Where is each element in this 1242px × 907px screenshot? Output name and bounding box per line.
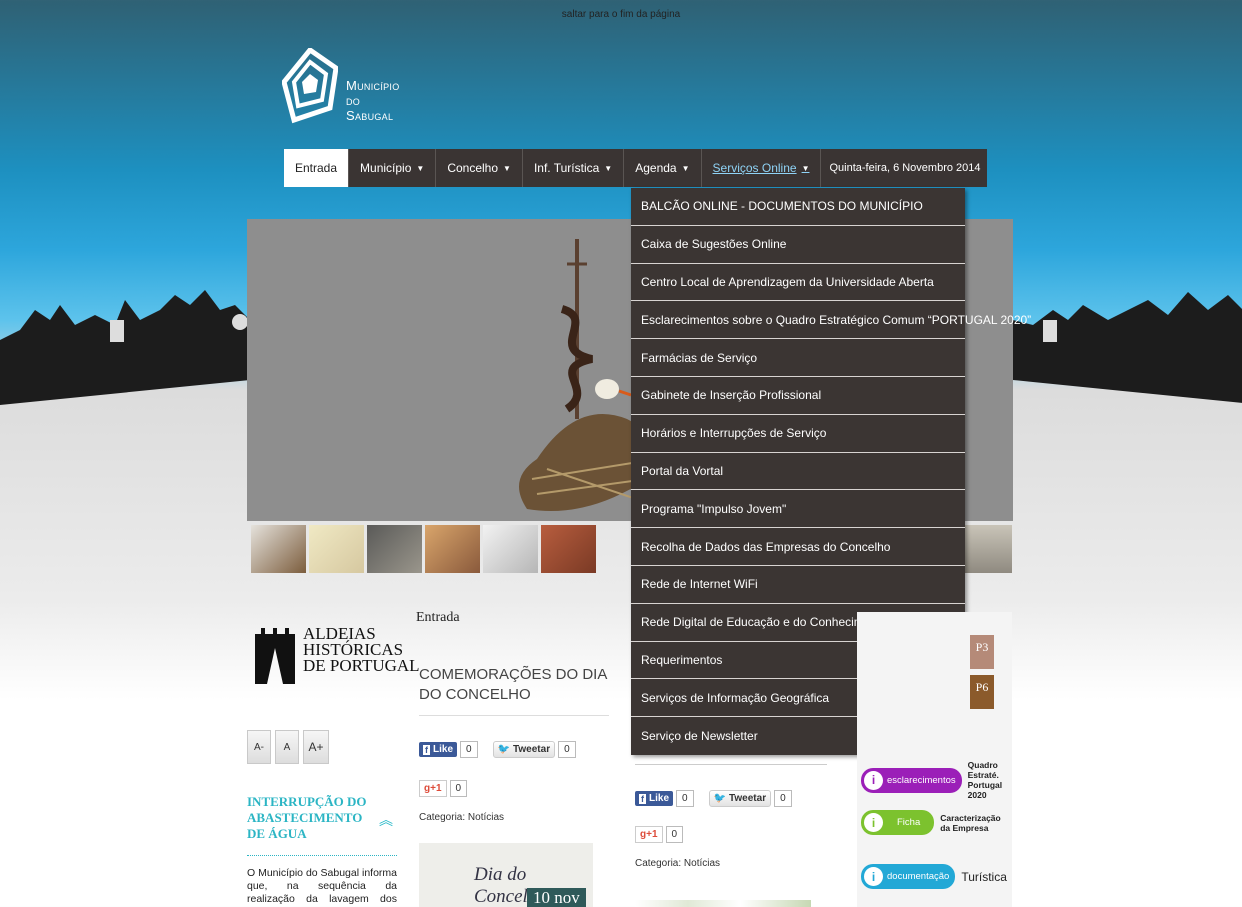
current-date: Quinta-feira, 6 Novembro 2014 (821, 149, 987, 187)
chevron-down-icon: ▼ (416, 163, 425, 173)
thumbnail[interactable] (965, 525, 1012, 573)
font-reset-button[interactable]: A (275, 730, 299, 764)
info-icon: i (864, 770, 883, 790)
sabugal-logo-icon (282, 48, 338, 124)
like-count: 0 (676, 790, 694, 807)
thumbnail[interactable] (541, 525, 596, 573)
article-category: Categoria: Notícias (635, 858, 721, 869)
thumbnail[interactable] (367, 525, 422, 573)
facebook-icon: f (423, 744, 430, 755)
program-badge-p6[interactable]: P6 (970, 675, 994, 709)
dropdown-item-wifi[interactable]: Rede de Internet WiFi (631, 566, 965, 604)
image-date: 10 nov (527, 888, 586, 907)
font-increase-button[interactable]: A+ (303, 730, 329, 764)
twitter-icon: 🐦 (713, 793, 727, 804)
chevron-down-icon: ▼ (503, 163, 511, 173)
nav-item-municipio[interactable]: Município ▼ (349, 149, 437, 187)
dropdown-item-esclarecimentos[interactable]: Esclarecimentos sobre o Quadro Estratégi… (631, 301, 1031, 340)
aldeias-icon (255, 628, 295, 684)
right-panel: P3 P6 i esclarecimentos Quadro Estraté. … (857, 612, 1012, 907)
article-title[interactable]: COMEMORAÇÕES DO DIA DO CONCELHO (419, 665, 619, 705)
divider (635, 764, 827, 765)
info-icon: i (864, 813, 883, 832)
dropdown-item-farmacias[interactable]: Farmácias de Serviço (631, 339, 965, 377)
nav-item-inf-turistica[interactable]: Inf. Turística ▼ (522, 149, 625, 187)
thumbnail-strip (251, 525, 596, 573)
dropdown-item-gabinete[interactable]: Gabinete de Inserção Profissional (631, 377, 965, 415)
nav-item-servicos-online[interactable]: Serviços Online ▼ (701, 149, 822, 187)
dropdown-item-caixa-sugestoes[interactable]: Caixa de Sugestões Online (631, 226, 965, 264)
aldeias-text: ALDEIAS HISTÓRICAS DE PORTUGAL (303, 624, 420, 675)
thumbnail[interactable] (309, 525, 364, 573)
documentacao-link[interactable]: i documentação Turística (861, 864, 1007, 889)
tweet-count: 0 (774, 790, 792, 807)
site-logo[interactable]: Município do Sabugal (282, 48, 400, 126)
chevron-down-icon: ▼ (681, 163, 690, 173)
dropdown-item-recolha-dados[interactable]: Recolha de Dados das Empresas do Concelh… (631, 528, 965, 566)
facebook-like-button[interactable]: f Like (419, 742, 458, 757)
tweet-button[interactable]: 🐦 Tweetar (492, 741, 556, 758)
gplus-button[interactable]: g+1 (419, 780, 447, 797)
thumbnail[interactable] (425, 525, 480, 573)
breadcrumb: Entrada (416, 610, 460, 625)
aldeias-historicas-logo[interactable]: ALDEIAS HISTÓRICAS DE PORTUGAL (251, 624, 420, 684)
chevron-up-icon[interactable]: ︽ (379, 810, 393, 830)
divider (419, 715, 609, 716)
esclarecimentos-link[interactable]: i esclarecimentos Quadro Estraté. Portug… (861, 760, 1012, 800)
gplus-button[interactable]: g+1 (635, 826, 663, 843)
twitter-icon: 🐦 (497, 744, 511, 755)
gplus-buttons: g+1 0 (419, 780, 468, 797)
ficha-link[interactable]: i Ficha Caracterização da Empresa (861, 810, 1012, 835)
main-nav: Entrada Município ▼ Concelho ▼ Inf. Turíst… (284, 149, 987, 187)
font-size-controls: A- A A+ (247, 730, 329, 764)
facebook-icon: f (639, 793, 646, 804)
thumbnail[interactable] (483, 525, 538, 573)
dropdown-item-centro-local[interactable]: Centro Local de Aprendizagem da Universi… (631, 264, 965, 302)
thumbnail[interactable] (251, 525, 306, 573)
gplus-count: 0 (449, 780, 468, 797)
info-icon: i (864, 867, 883, 886)
tweet-count: 0 (558, 741, 576, 758)
dropdown-item-portal-vortal[interactable]: Portal da Vortal (631, 453, 965, 491)
interrupt-title[interactable]: INTERRUPÇÃO DO ABASTECIMENTO DE ÁGUA (247, 794, 367, 842)
article-category: Categoria: Notícias (419, 812, 505, 823)
social-buttons: f Like 0 🐦 Tweetar 0 (419, 741, 576, 758)
nav-item-agenda[interactable]: Agenda ▼ (624, 149, 702, 187)
dropdown-item-balcao-online[interactable]: BALCÃO ONLINE - DOCUMENTOS DO MUNICÍPIO (631, 188, 965, 226)
hill-silhouette-right (1013, 292, 1242, 403)
logo-text: Município do Sabugal (346, 78, 400, 123)
social-buttons-2: f Like 0 🐦 Tweetar 0 (635, 790, 792, 807)
dropdown-item-impulso-jovem[interactable]: Programa "Impulso Jovem" (631, 490, 965, 529)
dia-do-concelho-image[interactable]: Dia do Concelho 10 nov (419, 843, 593, 907)
divider (247, 855, 397, 856)
chevron-down-icon: ▼ (604, 163, 613, 173)
gplus-count: 0 (665, 826, 684, 843)
like-count: 0 (460, 741, 478, 758)
hill-silhouette-left (0, 290, 250, 405)
article-image[interactable] (635, 900, 811, 907)
skip-to-end-link[interactable]: saltar para o fim da página (0, 9, 1242, 20)
gplus-buttons-2: g+1 0 (635, 826, 684, 843)
program-badge-p3[interactable]: P3 (970, 635, 994, 669)
font-decrease-button[interactable]: A- (247, 730, 271, 764)
tweet-button[interactable]: 🐦 Tweetar (708, 790, 772, 807)
nav-item-concelho[interactable]: Concelho ▼ (436, 149, 523, 187)
interrupt-body: O Município do Sabugal informa que, na s… (247, 867, 397, 907)
facebook-like-button[interactable]: f Like (635, 791, 674, 806)
nav-item-entrada[interactable]: Entrada (284, 149, 350, 187)
dropdown-item-horarios[interactable]: Horários e Interrupções de Serviço (631, 415, 965, 453)
chevron-down-icon: ▼ (801, 163, 810, 173)
